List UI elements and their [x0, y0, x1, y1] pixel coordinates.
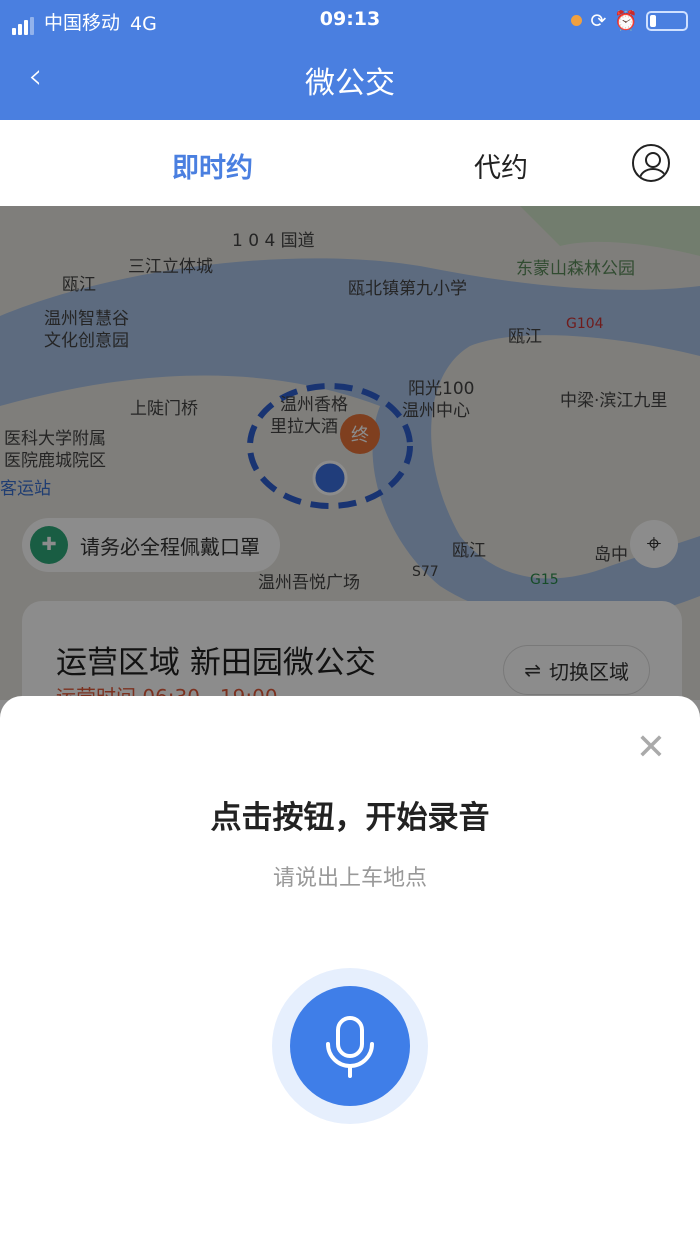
nav-bar: ‹ 微公交 — [0, 38, 700, 120]
sheet-subtitle: 请说出上车地点 — [272, 866, 427, 891]
record-button[interactable] — [272, 968, 428, 1124]
sheet-title: 点击按钮，开始录音 — [210, 800, 490, 836]
rotation-lock-icon: ⟳ — [590, 9, 607, 32]
user-icon[interactable] — [632, 144, 670, 182]
page-title: 微公交 — [305, 66, 395, 101]
close-icon[interactable]: ✕ — [636, 730, 666, 766]
microphone-button[interactable] — [290, 986, 410, 1106]
privacy-dot-icon — [571, 15, 583, 26]
tab-bar: 即时约 代约 — [0, 120, 700, 206]
microphone-icon — [326, 1016, 374, 1078]
alarm-icon: ⏰ — [614, 10, 638, 32]
status-bar: 中国移动 4G 09:13 ⟳ ⏰ — [0, 0, 700, 38]
voice-input-sheet: ✕ 点击按钮，开始录音 请说出上车地点 — [0, 696, 700, 1245]
battery-icon — [646, 10, 688, 31]
tab-proxy[interactable]: 代约 — [474, 146, 528, 185]
tab-instant[interactable]: 即时约 — [172, 146, 253, 185]
